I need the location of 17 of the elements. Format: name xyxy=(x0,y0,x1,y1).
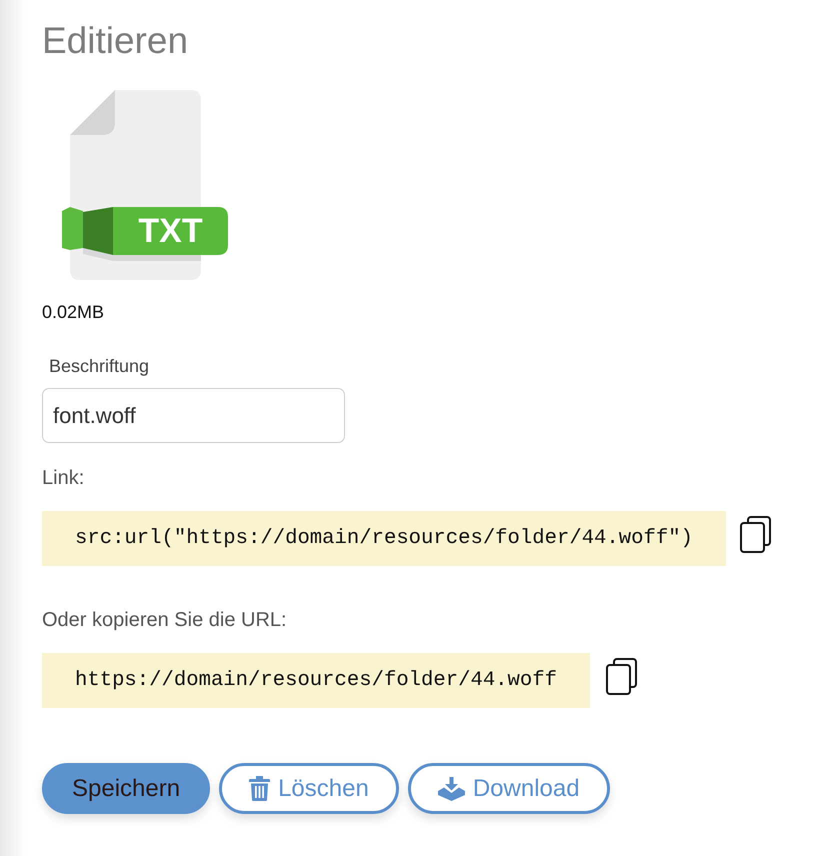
caption-input[interactable]: font.woff xyxy=(42,388,345,443)
url-snippet: https://domain/resources/folder/44.woff xyxy=(42,653,590,708)
delete-button[interactable]: Löschen xyxy=(219,763,399,814)
url-label: Oder kopieren Sie die URL: xyxy=(42,608,287,632)
trash-icon xyxy=(249,776,270,801)
page-title: Editieren xyxy=(42,19,188,63)
link-label: Link: xyxy=(42,466,84,490)
copy-icon[interactable] xyxy=(740,516,771,553)
text-file-icon xyxy=(62,90,228,280)
file-type-label: TXT xyxy=(137,211,204,252)
save-button[interactable]: Speichern xyxy=(42,763,210,814)
caption-label: Beschriftung xyxy=(49,355,150,377)
file-size: 0.02MB xyxy=(42,301,104,323)
download-icon xyxy=(438,776,465,800)
copy-icon[interactable] xyxy=(606,658,637,695)
download-button[interactable]: Download xyxy=(408,763,610,814)
code-snippet: src:url("https://domain/resources/folder/44.woff") xyxy=(42,511,726,566)
